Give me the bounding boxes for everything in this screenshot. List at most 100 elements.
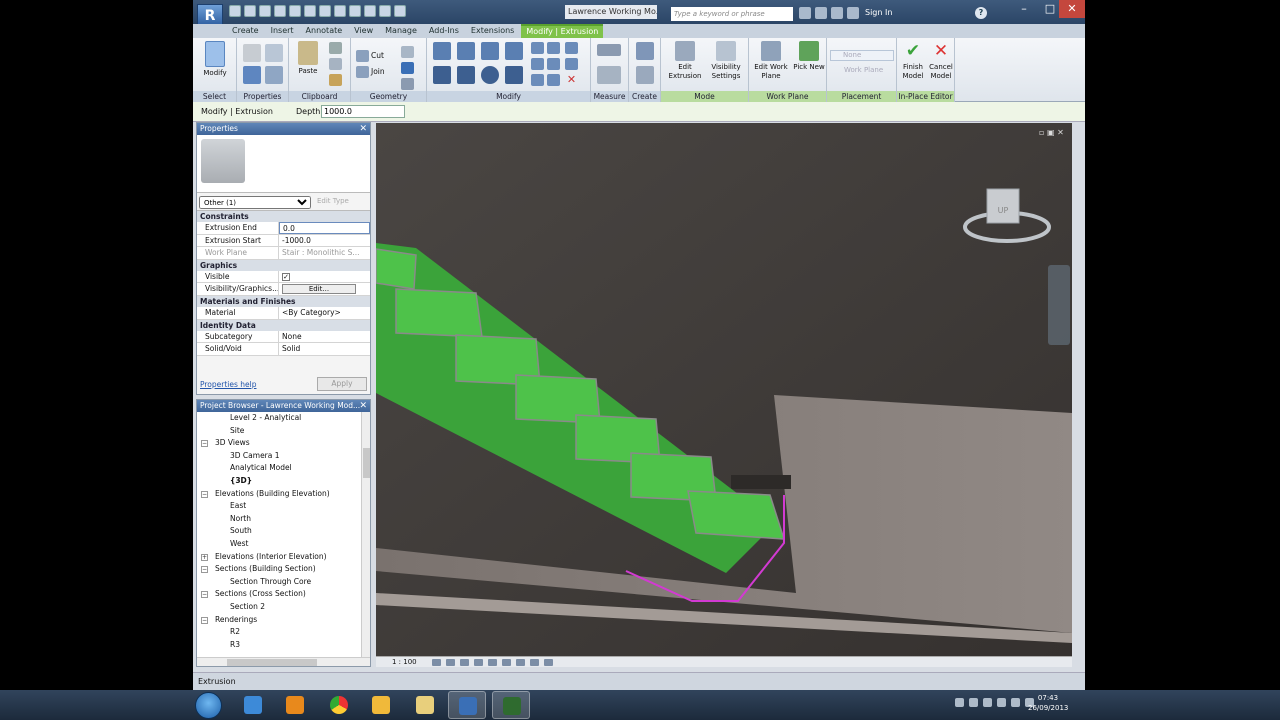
offset-icon[interactable] (457, 42, 475, 60)
navigation-bar[interactable] (1048, 265, 1070, 345)
temporary-hide-icon[interactable] (530, 659, 539, 666)
cancel-model-button[interactable]: ✕ Cancel Model (927, 41, 955, 81)
volume-icon[interactable] (997, 698, 1006, 707)
properties-help-link[interactable]: Properties help (200, 380, 257, 389)
dimension-icon[interactable] (597, 66, 621, 84)
create-group-icon[interactable] (636, 42, 654, 60)
tab-add-ins[interactable]: Add-Ins (424, 24, 464, 38)
detail-level-icon[interactable] (432, 659, 441, 666)
measure-tool-icon[interactable] (597, 44, 621, 56)
explorer-taskbar-button[interactable] (406, 691, 444, 719)
tab-view[interactable]: View (349, 24, 378, 38)
3d-model-canvas[interactable]: UP ▫ ▣ ✕ (376, 123, 1072, 656)
browser-tree-item[interactable]: Level 2 - Analytical (197, 412, 370, 425)
undo-icon[interactable] (259, 5, 271, 17)
apply-button[interactable]: Apply (317, 377, 367, 391)
sun-path-icon[interactable] (460, 659, 469, 666)
browser-horizontal-scrollbar[interactable] (197, 657, 370, 666)
visibility-edit-button[interactable]: Edit... (282, 284, 356, 295)
power-icon[interactable] (1011, 698, 1020, 707)
help-icon[interactable]: ? (975, 7, 987, 19)
extrusion-start-field[interactable]: -1000.0 (279, 235, 370, 247)
switch-windows-icon[interactable] (394, 5, 406, 17)
visibility-settings-button[interactable]: Visibility Settings (705, 41, 747, 81)
section-identity[interactable]: Identity Data (197, 319, 370, 331)
viewport-window-controls[interactable]: ▫ ▣ ✕ (1039, 128, 1064, 137)
join-geometry-button[interactable]: Join (371, 67, 385, 76)
network-icon[interactable] (983, 698, 992, 707)
search-icon[interactable] (799, 7, 811, 19)
close-icon[interactable]: ✕ (1059, 0, 1085, 18)
browser-tree-item[interactable]: Analytical Model (197, 462, 370, 475)
visual-style-icon[interactable] (446, 659, 455, 666)
browser-tree-item[interactable]: {3D} (197, 475, 370, 488)
browser-tree-item[interactable]: R2 (197, 626, 370, 639)
mirror-axis-icon[interactable] (481, 42, 499, 60)
tab-create[interactable]: Create (227, 24, 264, 38)
camtasia-taskbar-button[interactable] (492, 691, 530, 719)
edit-type-button[interactable]: Edit Type (317, 197, 349, 205)
measure-icon[interactable] (304, 5, 316, 17)
placement-work-plane-field[interactable]: Work Plane (830, 66, 894, 77)
family-types-icon[interactable] (243, 66, 261, 84)
match-properties-icon[interactable] (329, 74, 342, 86)
browser-tree-item[interactable]: − Renderings (197, 614, 370, 627)
windows-start-icon[interactable] (195, 692, 222, 719)
copy-icon[interactable] (329, 58, 342, 70)
chrome-taskbar-button[interactable] (320, 691, 358, 719)
favorites-icon[interactable] (831, 7, 843, 19)
delete-icon[interactable]: ✕ (565, 74, 578, 86)
finish-model-button[interactable]: ✔ Finish Model (899, 41, 927, 81)
collapse-icon[interactable]: − (201, 440, 208, 448)
collapse-icon[interactable]: − (201, 566, 208, 574)
type-properties-icon[interactable] (265, 44, 283, 62)
type-selector-dropdown[interactable]: Other (1) (199, 196, 311, 209)
split-face-icon[interactable] (401, 62, 414, 74)
subscription-icon[interactable] (815, 7, 827, 19)
section-graphics[interactable]: Graphics (197, 259, 370, 271)
tab-annotate[interactable]: Annotate (301, 24, 348, 38)
tray-expand-icon[interactable] (955, 698, 964, 707)
minimize-icon[interactable]: – (1011, 0, 1037, 18)
paint-icon[interactable] (401, 78, 414, 90)
3d-view-icon[interactable] (334, 5, 346, 17)
collapse-icon[interactable]: − (201, 490, 208, 498)
solid-void-field[interactable]: Solid (279, 343, 370, 355)
browser-tree-item[interactable]: North (197, 513, 370, 526)
browser-tree-item[interactable]: + Elevations (Interior Elevation) (197, 551, 370, 564)
tab-insert[interactable]: Insert (266, 24, 299, 38)
section-icon[interactable] (349, 5, 361, 17)
clock[interactable]: 07:43 26/09/2013 (1028, 693, 1068, 713)
revit-taskbar-button[interactable] (448, 691, 486, 719)
split-gap-icon[interactable] (547, 42, 560, 54)
extrusion-end-field[interactable]: 0.0 (279, 222, 370, 234)
section-constraints[interactable]: Constraints (197, 211, 370, 222)
save-icon[interactable] (244, 5, 256, 17)
tab-extensions[interactable]: Extensions (466, 24, 519, 38)
view-scale[interactable]: 1 : 100 (392, 658, 417, 666)
browser-tree-item[interactable]: − Elevations (Building Elevation) (197, 488, 370, 501)
material-field[interactable]: <By Category> (279, 307, 370, 319)
create-similar-icon[interactable] (636, 66, 654, 84)
modify-button[interactable]: Modify (199, 41, 231, 78)
subcategory-field[interactable]: None (279, 331, 370, 343)
browser-tree-item[interactable]: West (197, 538, 370, 551)
visible-checkbox[interactable]: ✓ (282, 272, 290, 281)
outlook-taskbar-button[interactable] (362, 691, 400, 719)
unpin-icon[interactable] (565, 58, 578, 70)
collapse-icon[interactable]: − (201, 591, 208, 599)
browser-tree-item[interactable]: R3 (197, 639, 370, 652)
thin-lines-icon[interactable] (364, 5, 376, 17)
family-category-icon[interactable] (265, 66, 283, 84)
pick-new-button[interactable]: Pick New (793, 41, 825, 72)
placement-host-field[interactable]: None (830, 50, 894, 61)
edit-extrusion-button[interactable]: Edit Extrusion (665, 41, 705, 81)
reveal-hidden-icon[interactable] (544, 659, 553, 666)
crop-view-icon[interactable] (502, 659, 511, 666)
browser-tree-item[interactable]: − Sections (Building Section) (197, 563, 370, 576)
3d-viewport[interactable]: UP ▫ ▣ ✕ (376, 123, 1072, 656)
search-input[interactable]: Type a keyword or phrase (671, 7, 793, 21)
tab-modify-extrusion[interactable]: Modify | Extrusion (521, 24, 604, 38)
media-player-taskbar-button[interactable] (276, 691, 314, 719)
scroll-thumb[interactable] (227, 659, 317, 666)
